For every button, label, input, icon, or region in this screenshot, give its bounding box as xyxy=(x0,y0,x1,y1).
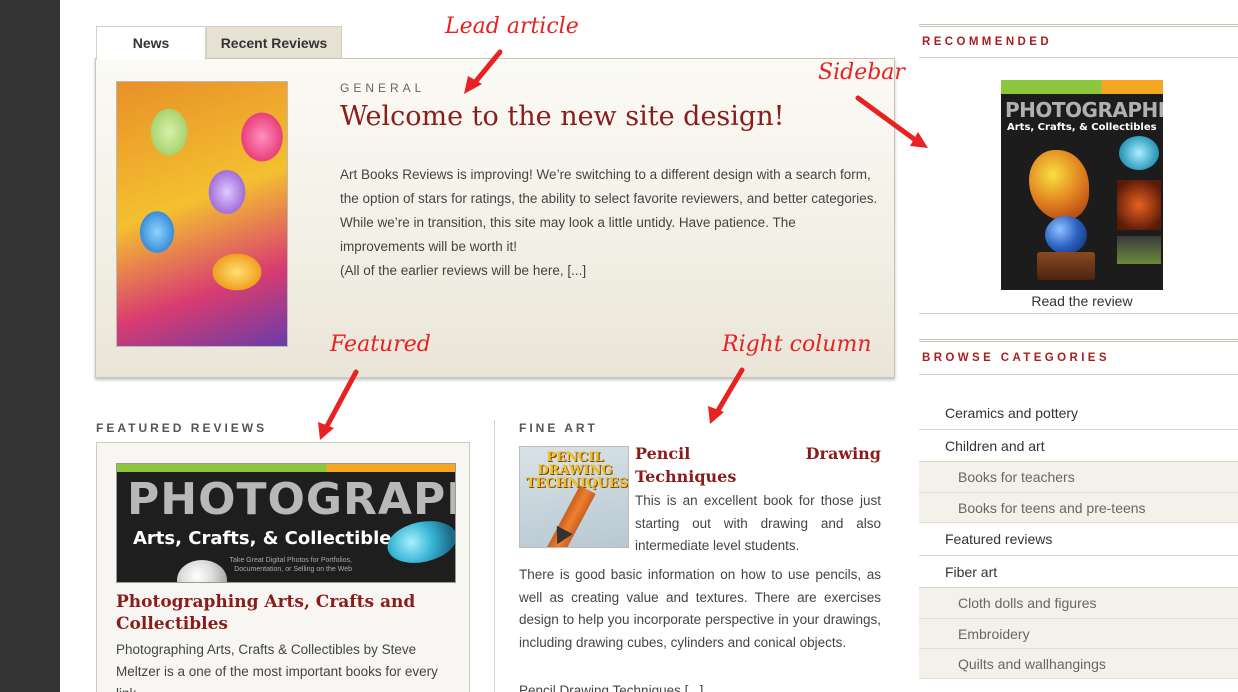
lead-paragraph: (All of the earlier reviews will be here… xyxy=(340,263,587,278)
arrow-sidebar-head xyxy=(910,132,928,148)
lead-article-excerpt: Art Books Reviews is improving! We’re sw… xyxy=(340,163,880,283)
lead-paragraph: While we’re in transition, this site may… xyxy=(340,215,796,254)
left-dark-bar xyxy=(0,0,60,692)
cover-subtitle-text: Arts, Crafts, & Collectibles xyxy=(1007,122,1157,133)
arrow-featured-line xyxy=(323,369,359,431)
read-the-review-link[interactable]: Read the review xyxy=(1001,293,1163,309)
featured-review-box: PHOTOGRAPHING Arts, Crafts, & Collectibl… xyxy=(96,442,470,692)
lead-paragraph: Art Books Reviews is improving! We’re sw… xyxy=(340,167,878,206)
sidebar-rule xyxy=(919,57,1238,58)
lead-article-category[interactable]: GENERAL xyxy=(340,81,425,95)
annotation-right-column: Right column xyxy=(722,332,872,357)
category-fiber-art[interactable]: Fiber art xyxy=(919,555,1238,589)
cover-sculpture-art xyxy=(1029,150,1089,220)
lead-article-image[interactable] xyxy=(116,81,288,347)
category-quilts-and-wallhangings[interactable]: Quilts and wallhangings xyxy=(919,648,1238,680)
cover-sculpture-base xyxy=(1037,252,1095,280)
arrow-right-head xyxy=(708,406,724,424)
category-list: Ceramics and pottery Children and art Bo… xyxy=(919,397,1238,680)
sidebar-rule xyxy=(919,24,1238,27)
cover-tagline-text: Take Great Digital Photos for Portfolios… xyxy=(229,557,352,573)
featured-review-title[interactable]: Photographing Arts, Crafts and Collectib… xyxy=(116,591,456,635)
thumbnail-title-text: PENCIL DRAWING TECHNIQUES xyxy=(526,450,629,491)
fine-art-excerpt-side: This is an excellent book for those just… xyxy=(635,493,881,553)
cover-stripe xyxy=(1001,80,1163,94)
fine-art-review-title-line2[interactable]: Techniques xyxy=(635,466,736,488)
category-books-for-teachers[interactable]: Books for teachers xyxy=(919,462,1238,493)
cover-thumb-photo xyxy=(1117,236,1161,264)
recommended-book-cover[interactable]: PHOTOGRAPHING Arts, Crafts, & Collectibl… xyxy=(1001,80,1163,290)
category-ceramics-and-pottery[interactable]: Ceramics and pottery xyxy=(919,397,1238,430)
cover-stripe xyxy=(117,464,455,472)
annotation-lead-article: Lead article xyxy=(445,14,579,39)
tab-recent-reviews[interactable]: Recent Reviews xyxy=(206,26,342,59)
annotation-featured: Featured xyxy=(330,332,431,357)
browse-categories-heading: BROWSE CATEGORIES xyxy=(922,352,1110,364)
category-children-and-art[interactable]: Children and art xyxy=(919,429,1238,463)
cover-sculpture-ball xyxy=(1045,216,1087,254)
recommended-heading: RECOMMENDED xyxy=(922,36,1053,48)
category-featured-reviews[interactable]: Featured reviews xyxy=(919,522,1238,556)
featured-reviews-heading: FEATURED REVIEWS xyxy=(96,421,268,435)
featured-book-cover[interactable]: PHOTOGRAPHING Arts, Crafts, & Collectibl… xyxy=(116,463,456,583)
sidebar-rule xyxy=(919,339,1238,342)
cover-title-text: PHOTOGRAPHING xyxy=(1005,98,1163,122)
fine-art-heading: FINE ART xyxy=(519,421,598,435)
cover-thumb-glass xyxy=(1119,136,1159,170)
cover-thumb-necklace xyxy=(1117,180,1161,230)
fine-art-read-more[interactable]: Pencil Drawing Techniques [...] xyxy=(519,680,703,692)
cover-title-text: PHOTOGRAPHING xyxy=(127,474,455,525)
cover-subtitle-text: Arts, Crafts, & Collectibles xyxy=(133,528,403,549)
category-cloth-dolls-and-figures[interactable]: Cloth dolls and figures xyxy=(919,588,1238,619)
lead-article-title[interactable]: Welcome to the new site design! xyxy=(340,101,784,132)
category-embroidery[interactable]: Embroidery xyxy=(919,618,1238,649)
annotation-sidebar: Sidebar xyxy=(818,60,905,85)
tab-news[interactable]: News xyxy=(96,26,206,60)
sidebar-rule xyxy=(919,313,1238,314)
featured-review-excerpt: Photographing Arts, Crafts & Collectible… xyxy=(116,642,438,692)
fine-art-review-title[interactable]: Pencil Drawing xyxy=(635,443,881,465)
sidebar-rule xyxy=(919,374,1238,375)
category-books-for-teens[interactable]: Books for teens and pre-teens xyxy=(919,492,1238,523)
column-divider xyxy=(494,420,495,692)
fine-art-excerpt-full: There is good basic information on how t… xyxy=(519,567,881,650)
arrow-featured-head xyxy=(318,422,334,440)
lead-article-panel: GENERAL Welcome to the new site design! … xyxy=(95,58,895,378)
fine-art-book-thumbnail[interactable]: PENCIL DRAWING TECHNIQUES xyxy=(519,446,629,548)
